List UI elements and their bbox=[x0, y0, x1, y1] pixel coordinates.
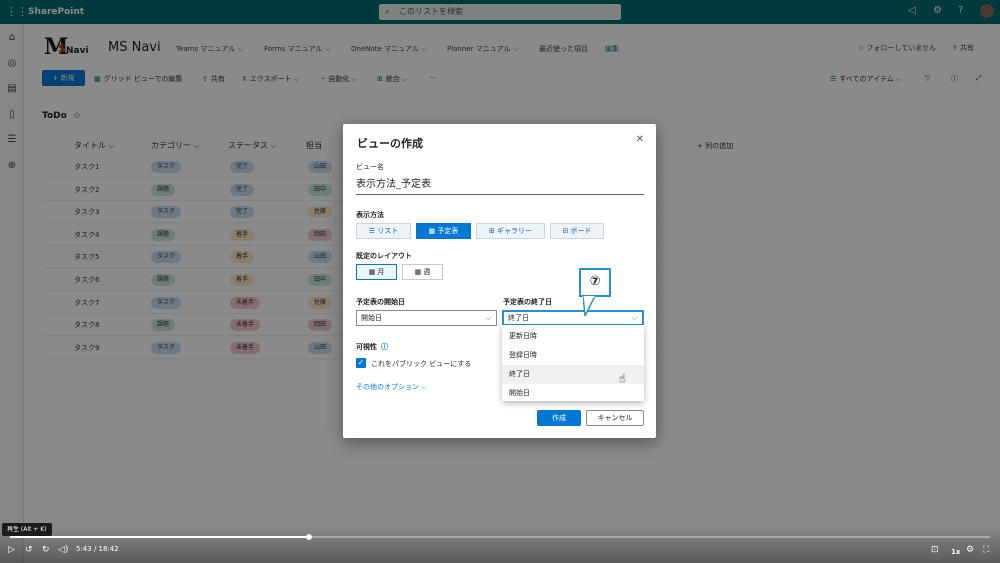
display-list-button[interactable]: ☰ リスト bbox=[356, 223, 411, 239]
create-button[interactable]: 作成 bbox=[537, 410, 581, 426]
other-options-link[interactable]: その他のオプション ⌵ bbox=[356, 382, 427, 392]
option-modified[interactable]: 更新日時 bbox=[502, 327, 644, 346]
display-calendar-button[interactable]: ▦ 予定表 bbox=[416, 223, 471, 239]
layout-label: 既定のレイアウト bbox=[356, 252, 412, 260]
display-label: 表示方法 bbox=[356, 211, 384, 219]
option-start-date[interactable]: 開始日 bbox=[502, 384, 644, 403]
info-icon[interactable]: ⓘ bbox=[381, 343, 388, 351]
visibility-label: 可視性 ⓘ bbox=[356, 343, 388, 351]
start-date-dropdown[interactable]: 開始日 ⌵ bbox=[356, 310, 497, 326]
forward-icon[interactable]: ↻ bbox=[42, 544, 50, 556]
close-icon[interactable]: ✕ bbox=[636, 134, 644, 145]
view-name-input[interactable]: 表示方法_予定表 bbox=[356, 177, 644, 195]
chevron-up-icon: ⌵ bbox=[631, 314, 637, 322]
fullscreen-icon[interactable]: ⛶ bbox=[983, 544, 989, 556]
speed-button[interactable]: 1x bbox=[951, 546, 960, 558]
end-date-dropdown[interactable]: 終了日 ⌵ bbox=[502, 310, 644, 326]
option-created[interactable]: 登録日時 bbox=[502, 346, 644, 365]
display-board-button[interactable]: ⊟ ボード bbox=[550, 223, 604, 239]
time-display: 5:43 / 18:42 bbox=[76, 545, 119, 553]
start-date-label: 予定表の開始日 bbox=[356, 298, 405, 306]
video-progress-bar[interactable] bbox=[10, 534, 990, 540]
display-gallery-button[interactable]: ⊞ ギャラリー bbox=[476, 223, 545, 239]
hand-cursor-icon: ☝ bbox=[619, 372, 626, 385]
settings-icon[interactable]: ⚙ bbox=[966, 544, 974, 556]
chevron-down-icon: ⌵ bbox=[485, 314, 491, 322]
list-icon: ☰ bbox=[368, 227, 378, 235]
public-view-label: これをパブリック ビューにする bbox=[371, 360, 472, 368]
progress-handle[interactable] bbox=[305, 534, 312, 540]
layout-week-button[interactable]: ▦ 週 bbox=[402, 264, 443, 280]
gallery-icon: ⊞ bbox=[488, 227, 498, 235]
play-tooltip: 再生 (Alt + K) bbox=[2, 523, 52, 536]
dialog-title: ビューの作成 bbox=[357, 137, 423, 150]
end-date-options-menu: 更新日時 登録日時 終了日 開始日 bbox=[502, 325, 644, 401]
volume-icon[interactable]: ◁) bbox=[58, 544, 68, 556]
board-icon: ⊟ bbox=[562, 227, 571, 235]
chevron-down-icon: ⌵ bbox=[421, 383, 427, 391]
end-date-label: 予定表の終了日 bbox=[503, 298, 552, 306]
cancel-button[interactable]: キャンセル bbox=[586, 410, 644, 426]
rewind-icon[interactable]: ↺ bbox=[25, 544, 33, 556]
captions-icon[interactable]: ⊡ bbox=[931, 544, 939, 556]
video-controls bbox=[0, 526, 1000, 563]
play-icon[interactable]: ▷ bbox=[8, 544, 15, 556]
layout-month-button[interactable]: ▦ 月 bbox=[356, 264, 397, 280]
step-callout: ⑦ bbox=[579, 268, 611, 297]
progress-fill bbox=[10, 536, 309, 538]
callout-pointer bbox=[583, 296, 595, 316]
public-view-checkbox[interactable]: ✓ bbox=[356, 358, 366, 368]
view-name-label: ビュー名 bbox=[356, 163, 384, 171]
